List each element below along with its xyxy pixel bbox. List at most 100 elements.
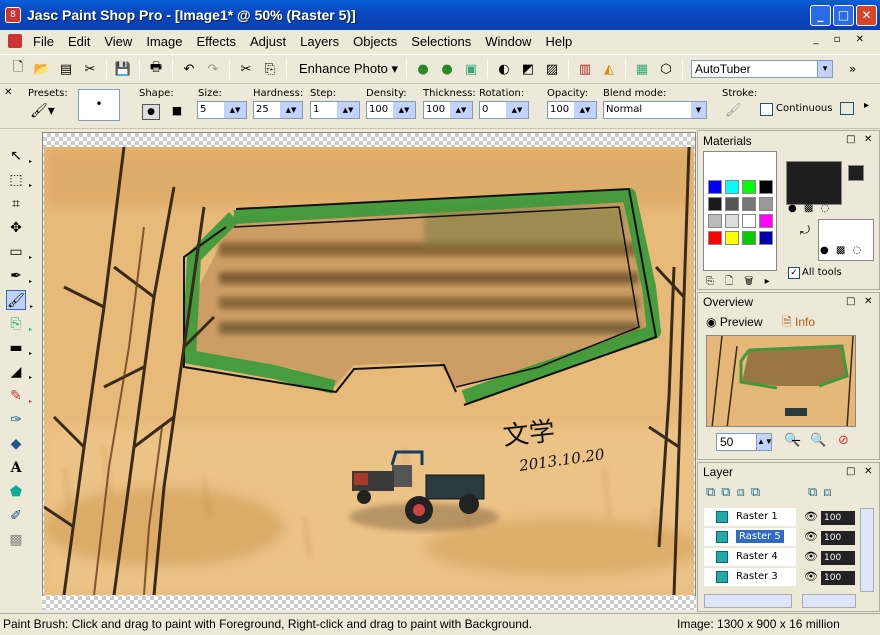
new-raster-layer-icon[interactable]: ⧉⧉⧈⧉ xyxy=(706,485,766,500)
layer-opacity[interactable]: 100 xyxy=(821,531,855,545)
scan-icon[interactable]: ✂ xyxy=(80,59,100,79)
blend-mode-select[interactable]: Normal ▼ xyxy=(603,101,707,119)
overview-thumbnail[interactable] xyxy=(706,335,856,427)
histogram-icon[interactable]: ◐ xyxy=(494,59,514,79)
save-icon[interactable]: 💾 xyxy=(113,59,133,79)
menu-adjust[interactable]: Adjust xyxy=(243,34,293,49)
menu-effects[interactable]: Effects xyxy=(189,34,243,49)
zoom-in-icon[interactable]: 🔍 xyxy=(810,433,826,448)
options-square-icon[interactable] xyxy=(840,102,854,115)
landscape-icon[interactable]: ▣ xyxy=(461,59,481,79)
color-swatch[interactable] xyxy=(742,197,756,211)
color-swatch[interactable] xyxy=(759,197,773,211)
cube-icon[interactable]: ⬡ xyxy=(656,59,676,79)
color-swatch[interactable] xyxy=(742,231,756,245)
pen-tool-icon[interactable]: ✐ xyxy=(6,506,26,526)
color-swatch[interactable] xyxy=(708,214,722,228)
menu-layers[interactable]: Layers xyxy=(293,34,346,49)
layer-visibility[interactable]: 👁 100 xyxy=(802,570,857,586)
cut-icon[interactable]: ✂ xyxy=(236,59,256,79)
opacity-input[interactable]: 100 ▲▼ xyxy=(547,101,597,119)
fg-style-icons[interactable]: ● ▩ ◌ xyxy=(788,203,831,214)
pick-tool-icon[interactable]: ↖ ▸ xyxy=(6,146,32,166)
flood-fill-tool-icon[interactable]: ◆ xyxy=(6,434,26,454)
merge-layer-icon[interactable]: ⧉⧈ xyxy=(808,485,838,500)
retouch-icon[interactable]: ● xyxy=(437,59,457,79)
swap-colors-icon[interactable]: ⤾ xyxy=(800,223,810,238)
menu-objects[interactable]: Objects xyxy=(346,34,404,49)
hardness-input[interactable]: 25 ▲▼ xyxy=(253,101,303,119)
close-button[interactable]: ✕ xyxy=(856,5,877,26)
layer-visibility[interactable]: 👁 100 xyxy=(802,550,857,566)
color-swatch[interactable] xyxy=(725,231,739,245)
frame-icon[interactable]: ▦ xyxy=(632,59,652,79)
continuous-checkbox[interactable] xyxy=(760,103,773,116)
color-swatch[interactable] xyxy=(725,197,739,211)
red-eye-icon[interactable]: ● xyxy=(413,59,433,79)
menu-help[interactable]: Help xyxy=(538,34,579,49)
tab-info[interactable]: 🗎 Info xyxy=(782,313,815,331)
color-swatch[interactable] xyxy=(708,231,722,245)
dodge-tool-icon[interactable]: ◢ ▸ xyxy=(6,362,32,382)
copy-icon[interactable]: ⎘ xyxy=(260,59,280,79)
open-folder-icon[interactable]: 📂 xyxy=(32,59,52,79)
brightness-icon[interactable]: ▨ xyxy=(542,59,562,79)
mdi-controls[interactable]: _ ▫ ✕ xyxy=(813,34,870,45)
warp-tool-icon[interactable]: ▩ xyxy=(6,530,26,550)
move-tool-icon[interactable]: ✥ xyxy=(6,218,26,238)
color-swatch[interactable] xyxy=(708,180,722,194)
maximize-icon[interactable]: □ xyxy=(846,466,855,477)
redo-icon[interactable]: ↷ xyxy=(203,59,223,79)
menu-edit[interactable]: Edit xyxy=(61,34,97,49)
eye-icon[interactable]: 👁 xyxy=(804,530,818,543)
script-select[interactable]: AutoTuber ▼ xyxy=(691,60,834,78)
materials-tool-icons[interactable]: ⎘ 🗋 🗑 ▸ xyxy=(706,274,774,291)
contrast-icon[interactable]: ◩ xyxy=(518,59,538,79)
color-swatch[interactable] xyxy=(725,180,739,194)
text-tool-icon[interactable]: A xyxy=(6,458,26,478)
layer-visibility[interactable]: 👁 100 xyxy=(802,530,857,546)
levels-icon[interactable]: ◭ xyxy=(599,59,619,79)
new-file-icon[interactable]: 🗋 xyxy=(8,59,28,79)
options-expand-icon[interactable]: ▸ xyxy=(864,100,869,111)
picture-tube-tool-icon[interactable]: ✑ xyxy=(6,410,26,430)
menu-view[interactable]: View xyxy=(97,34,139,49)
menu-selections[interactable]: Selections xyxy=(404,34,478,49)
minimize-button[interactable]: _ xyxy=(810,5,831,26)
scratch-remover-tool-icon[interactable]: ▬ ▸ xyxy=(6,338,32,358)
zoom-out-icon[interactable]: 🔍̶ xyxy=(784,433,800,448)
painting-canvas[interactable]: 文学 2013.10.20 xyxy=(44,147,694,595)
layers-hscrollbar-right[interactable] xyxy=(802,594,856,608)
layers-hscrollbar[interactable] xyxy=(704,594,792,608)
close-icon[interactable]: ✕ xyxy=(4,87,12,98)
maximize-icon[interactable]: □ xyxy=(846,296,855,307)
app-icon[interactable]: 8 xyxy=(5,7,21,23)
chart-icon[interactable]: ▥ xyxy=(575,59,595,79)
close-icon[interactable]: ✕ xyxy=(864,466,872,477)
layer-opacity[interactable]: 100 xyxy=(821,551,855,565)
menu-image[interactable]: Image xyxy=(139,34,189,49)
layers-scrollbar[interactable] xyxy=(860,508,874,592)
eye-icon[interactable]: 👁 xyxy=(804,510,818,523)
thickness-input[interactable]: 100 ▲▼ xyxy=(423,101,473,119)
brush-tip-preview[interactable]: • xyxy=(78,89,120,121)
color-swatch[interactable] xyxy=(742,180,756,194)
brush-preset-icon[interactable]: 🖌▾ xyxy=(30,103,55,119)
round-shape-button[interactable]: ● xyxy=(142,104,160,120)
color-swatch[interactable] xyxy=(725,214,739,228)
eye-icon[interactable]: 👁 xyxy=(804,570,818,583)
menu-window[interactable]: Window xyxy=(478,34,538,49)
maximize-icon[interactable]: □ xyxy=(846,134,855,145)
toolbar-overflow-icon[interactable]: » xyxy=(849,62,856,76)
layer-opacity[interactable]: 100 xyxy=(821,571,855,585)
all-tools-checkbox[interactable]: ✓ xyxy=(788,267,800,279)
eraser-tool-icon[interactable]: ✎ ▸ xyxy=(6,386,32,406)
bg-style-icons[interactable]: ● ▩ ◌ xyxy=(820,245,863,256)
dropper-tool-icon[interactable]: ✒ ▸ xyxy=(6,266,32,286)
foreground-mini-swatch[interactable] xyxy=(848,165,864,181)
document-icon[interactable] xyxy=(8,34,22,48)
tab-preview[interactable]: ◉ Preview xyxy=(706,313,763,331)
color-swatch[interactable] xyxy=(759,180,773,194)
layer-opacity[interactable]: 100 xyxy=(821,511,855,525)
preset-shape-tool-icon[interactable]: ▭ ▸ xyxy=(6,242,32,262)
